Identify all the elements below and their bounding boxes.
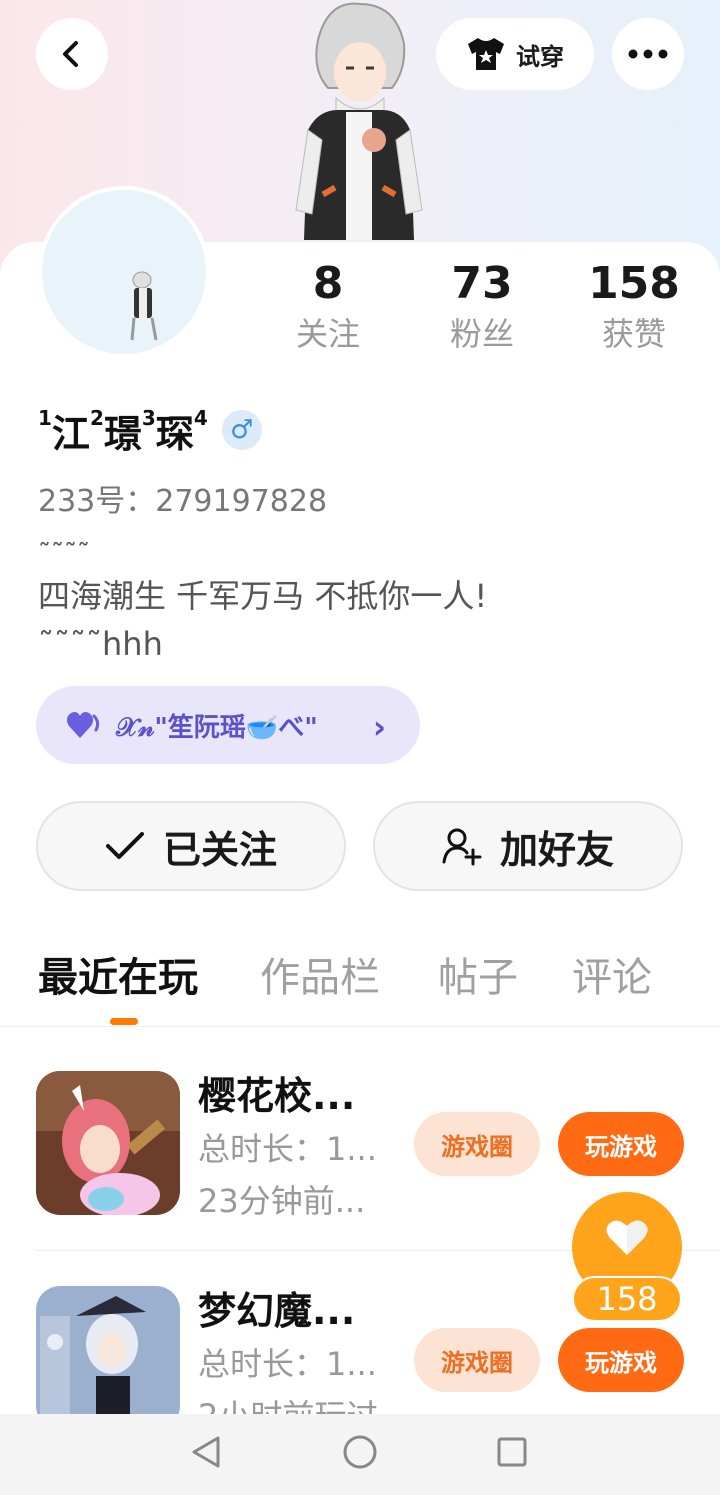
game-duration: 总时长：1... [198, 1130, 377, 1168]
stat-label: 粉丝 [449, 315, 514, 353]
tab-posts[interactable]: 帖子 [438, 948, 518, 1008]
game-circle-button[interactable]: 游戏圈 [414, 1328, 540, 1392]
chevron-right-icon: › [372, 708, 386, 746]
game-last-played: 2小时前玩过 [198, 1394, 378, 1414]
square-recents-icon [497, 1437, 527, 1467]
name-superscript: 3 [141, 406, 156, 430]
game-cover-image [36, 1071, 180, 1215]
stat-value: 73 [451, 258, 513, 309]
character-illustration [295, 2, 423, 240]
game-icon [36, 1286, 180, 1414]
name-superscript: 2 [89, 406, 104, 430]
game-cover-image [36, 1286, 180, 1414]
gender-symbol: ♂ [230, 415, 254, 445]
active-tab-indicator [110, 1018, 138, 1025]
name-superscript: 1 [38, 406, 52, 430]
play-game-button[interactable]: 玩游戏 [558, 1112, 684, 1176]
gender-male-icon: ♂ [221, 410, 262, 450]
avatar[interactable] [38, 186, 210, 358]
like-count-badge: 158 [572, 1276, 682, 1322]
stat-likes[interactable]: 158 获赞 [574, 256, 694, 356]
play-game-button[interactable]: 玩游戏 [558, 1328, 684, 1392]
bio-line: 四海潮生 千军万马 不抵你一人! [38, 577, 488, 615]
fan-group-pill[interactable]: 𝒳𝓃"笙阮瑶🥣べ" › [36, 686, 420, 764]
game-duration: 总时长：1... [198, 1345, 377, 1383]
stat-following[interactable]: 8 关注 [268, 256, 388, 356]
tab-comments[interactable]: 评论 [572, 948, 652, 1008]
stat-label: 获赞 [601, 315, 666, 353]
try-on-label: 试穿 [516, 42, 564, 71]
nav-home-button[interactable] [340, 1432, 380, 1472]
profile-name: 1 江 2 璟 3 琛 4 ♂ [38, 400, 262, 460]
tab-works[interactable]: 作品栏 [260, 948, 380, 1008]
check-icon [105, 832, 144, 859]
user-id: 233号：279197828 [38, 484, 328, 519]
stat-value: 8 [312, 258, 344, 309]
add-user-icon [442, 828, 482, 866]
bio-line: ˜˜˜˜ [38, 539, 90, 569]
name-char: 璟 [103, 411, 142, 456]
nav-recents-button[interactable] [492, 1432, 532, 1472]
stat-fans[interactable]: 73 粉丝 [422, 256, 542, 356]
fan-group-label: 𝒳𝓃"笙阮瑶🥣べ" [116, 712, 318, 743]
game-circle-button[interactable]: 游戏圈 [414, 1112, 540, 1176]
stat-label: 关注 [295, 315, 360, 353]
system-navigation-bar [0, 1414, 720, 1495]
circle-home-icon [343, 1435, 377, 1469]
bio: ˜˜˜˜ 四海潮生 千军万马 不抵你一人! ˜˜˜˜hhh [38, 536, 487, 668]
game-title: 梦幻魔... [198, 1289, 356, 1333]
heart-icon [606, 1220, 648, 1255]
heart-icon [66, 712, 100, 738]
bio-line: ˜˜˜˜hhh [38, 625, 163, 663]
nav-back-button[interactable] [186, 1432, 226, 1472]
more-button[interactable] [612, 18, 684, 90]
try-on-button[interactable]: 试穿 [436, 18, 594, 90]
more-horizontal-icon [628, 49, 668, 59]
divider [0, 1026, 720, 1027]
followed-button[interactable]: 已关注 [36, 801, 346, 891]
add-friend-label: 加好友 [499, 827, 614, 872]
name-superscript: 4 [193, 406, 208, 430]
tab-recently-played[interactable]: 最近在玩 [38, 948, 198, 1008]
add-friend-button[interactable]: 加好友 [373, 801, 683, 891]
triangle-back-icon [192, 1436, 220, 1468]
chevron-left-icon [63, 41, 78, 67]
tshirt-icon [468, 38, 504, 70]
stat-value: 158 [588, 258, 680, 309]
name-char: 琛 [155, 411, 194, 456]
avatar-figure [130, 271, 158, 341]
game-title: 樱花校... [198, 1074, 356, 1118]
game-last-played: 23分钟前... [198, 1182, 366, 1220]
game-icon [36, 1071, 180, 1215]
followed-label: 已关注 [162, 827, 277, 872]
back-button[interactable] [36, 18, 108, 90]
name-char: 江 [51, 411, 90, 456]
